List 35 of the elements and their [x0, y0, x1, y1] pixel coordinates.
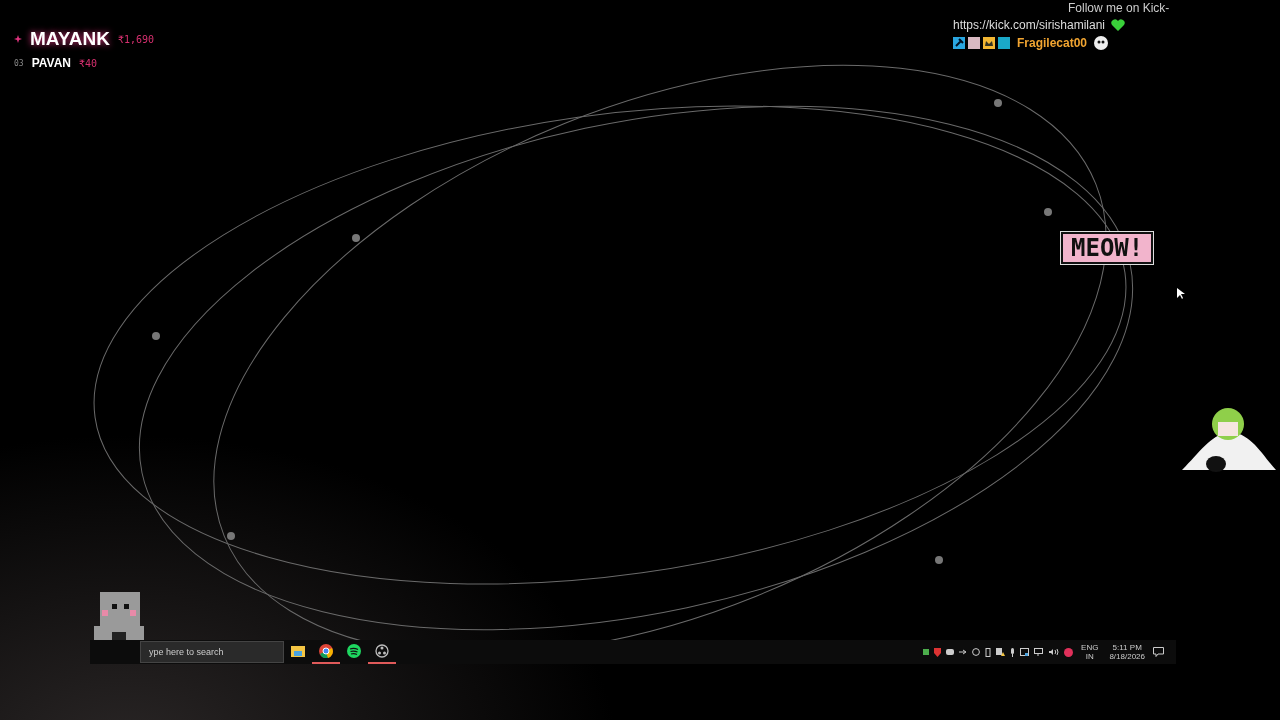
orbit-dot [1044, 208, 1052, 216]
chat-message: Follow me on Kick- [1067, 1, 1170, 15]
clock-date[interactable]: 8/18/2026 [1109, 652, 1145, 661]
display-icon [1020, 648, 1030, 656]
rank-number: 03 [14, 58, 24, 68]
donation-amount: ₹40 [79, 57, 98, 69]
orbit-dot [935, 556, 943, 564]
chat-username: Fragilecat00 [1017, 36, 1088, 50]
microphone-icon [1010, 647, 1016, 657]
orbit-dot [152, 332, 160, 340]
badge-icons-drawing [953, 37, 1011, 49]
clock-time[interactable]: 5:11 PM [1112, 643, 1142, 652]
speech-bubble: MEOW! [1061, 232, 1154, 264]
cursor-icon [1177, 288, 1185, 300]
donor-name: PAVAN [31, 56, 71, 70]
browser-icon [319, 644, 333, 658]
orbit-dot [227, 532, 235, 540]
region-label[interactable]: IN [1085, 652, 1094, 661]
recording-icon [1064, 647, 1074, 657]
donation-amount: ₹1,690 [117, 33, 155, 45]
folder-icon [291, 645, 305, 657]
leader-name: MAYANK [30, 28, 110, 50]
notifications-icon[interactable] [1153, 647, 1164, 657]
volume-icon [1049, 648, 1060, 656]
chat-link[interactable]: https://kick.com/sirishamilani [953, 18, 1106, 32]
shield-icon [934, 647, 942, 657]
orbit-dot [994, 99, 1002, 107]
language-label[interactable]: ENG [1081, 643, 1099, 652]
arrow-icon [959, 649, 968, 655]
search-field[interactable]: ype here to search [140, 641, 284, 663]
heart-icon [1111, 19, 1126, 31]
emote-icon [1093, 35, 1110, 51]
sparkle-icon [14, 35, 22, 43]
music-icon [347, 644, 361, 658]
orbit-dot [352, 234, 360, 242]
